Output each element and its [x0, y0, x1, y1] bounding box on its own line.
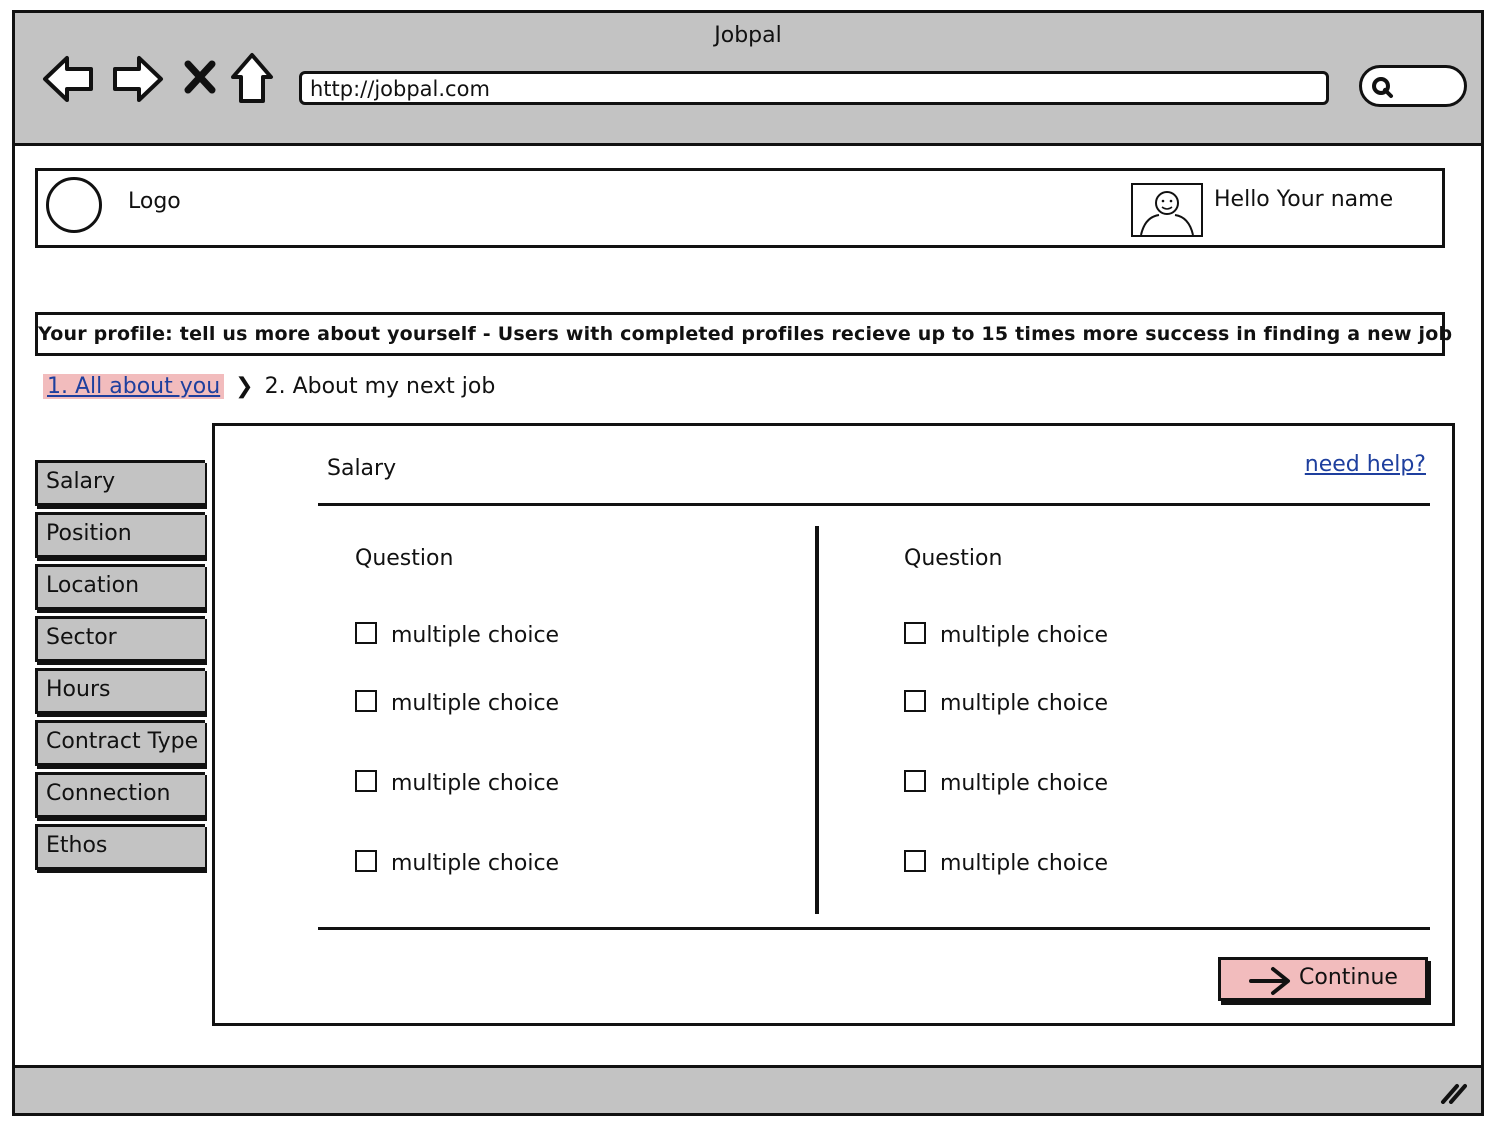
search-icon: [1372, 77, 1393, 98]
sidebar-tab-position[interactable]: Position: [35, 512, 205, 558]
sidebar-tab-sector[interactable]: Sector: [35, 616, 205, 662]
help-link[interactable]: need help?: [1305, 452, 1426, 477]
sidebar-tabs: Salary Position Location Sector Hours Co…: [35, 460, 205, 876]
browser-titlebar: Jobpal http://jobpal.com: [15, 13, 1481, 146]
section-title: Salary: [327, 456, 397, 481]
question-label: Question: [904, 546, 1003, 571]
sidebar-tab-salary[interactable]: Salary: [35, 460, 205, 506]
sidebar-tab-location[interactable]: Location: [35, 564, 205, 610]
checkbox[interactable]: [904, 622, 926, 644]
choice-option[interactable]: multiple choice: [355, 690, 559, 716]
profile-banner: Your profile: tell us more about yoursel…: [35, 312, 1452, 356]
checkbox[interactable]: [355, 690, 377, 712]
choice-option[interactable]: multiple choice: [904, 690, 1108, 716]
choice-option[interactable]: multiple choice: [355, 850, 559, 876]
window-title: Jobpal: [714, 23, 782, 48]
choice-option[interactable]: multiple choice: [904, 622, 1108, 648]
checkbox[interactable]: [355, 622, 377, 644]
choice-option[interactable]: multiple choice: [355, 770, 559, 796]
arrow-right-icon: [1249, 967, 1290, 995]
site-header: Logo Hello Your name: [35, 168, 1445, 248]
user-avatar-icon: [1140, 191, 1194, 236]
stop-icon[interactable]: [183, 59, 217, 95]
breadcrumb: 1. All about you ❯ 2. About my next job: [43, 374, 495, 399]
sidebar-tab-ethos[interactable]: Ethos: [35, 824, 205, 870]
question-column-left: Question multiple choice multiple choice…: [355, 546, 755, 876]
checkbox[interactable]: [355, 770, 377, 792]
top-divider: [318, 503, 1430, 506]
choice-option[interactable]: multiple choice: [355, 622, 559, 648]
browser-search-field[interactable]: [1359, 65, 1467, 107]
continue-button[interactable]: Continue: [1218, 957, 1428, 1001]
checkbox[interactable]: [904, 770, 926, 792]
back-icon[interactable]: [41, 53, 97, 105]
sidebar-tab-hours[interactable]: Hours: [35, 668, 205, 714]
forward-icon[interactable]: [109, 53, 165, 105]
chevron-right-icon: ❯: [235, 374, 254, 399]
home-icon[interactable]: [229, 51, 275, 105]
continue-label: Continue: [1299, 965, 1398, 990]
resize-grip-icon[interactable]: [1439, 1082, 1467, 1104]
avatar[interactable]: [1131, 183, 1203, 237]
choice-option[interactable]: multiple choice: [904, 770, 1108, 796]
user-greeting: Hello Your name: [1214, 187, 1394, 212]
url-input[interactable]: http://jobpal.com: [299, 71, 1329, 105]
sidebar-tab-contract-type[interactable]: Contract Type: [35, 720, 205, 766]
sidebar-tab-connection[interactable]: Connection: [35, 772, 205, 818]
status-bar: [15, 1065, 1481, 1113]
browser-window: Jobpal http://jobpal.com Logo Hello Your…: [12, 10, 1484, 1116]
checkbox[interactable]: [904, 850, 926, 872]
question-label: Question: [355, 546, 454, 571]
choice-option[interactable]: multiple choice: [904, 850, 1108, 876]
checkbox[interactable]: [355, 850, 377, 872]
breadcrumb-step-1[interactable]: 1. All about you: [43, 374, 225, 399]
checkbox[interactable]: [904, 690, 926, 712]
form-panel: Salary need help? Question multiple choi…: [212, 423, 1455, 1026]
bottom-divider: [318, 927, 1430, 930]
logo-icon: [46, 177, 102, 233]
breadcrumb-step-2[interactable]: 2. About my next job: [265, 374, 496, 399]
column-divider: [815, 526, 819, 914]
logo-label: Logo: [128, 189, 181, 214]
question-column-right: Question multiple choice multiple choice…: [904, 546, 1304, 876]
